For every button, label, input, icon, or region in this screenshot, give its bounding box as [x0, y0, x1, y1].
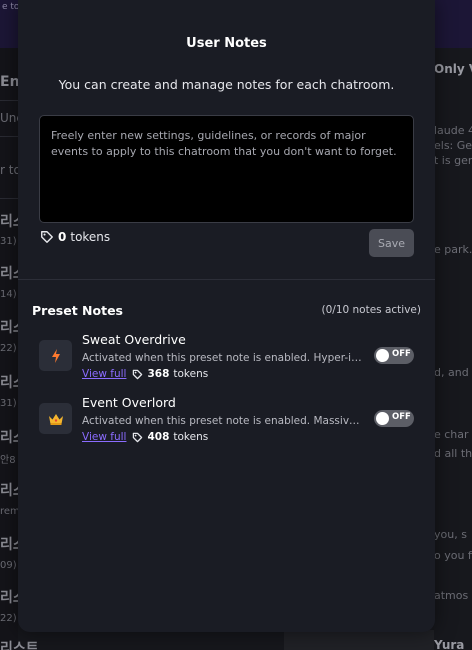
background-text: 22)	[0, 343, 17, 354]
divider	[0, 100, 18, 101]
tokens-count: 0	[58, 230, 67, 244]
background-bottom-card	[284, 630, 434, 650]
note-meta: View full 368 tokens	[82, 368, 208, 380]
note-name: Event Overlord	[82, 395, 176, 410]
background-text: 31)	[0, 236, 17, 247]
section-divider	[18, 279, 435, 280]
preset-note-item: Event Overlord Activated when this prese…	[39, 395, 419, 445]
toggle-label: OFF	[392, 349, 411, 359]
toggle-label: OFF	[392, 412, 411, 422]
background-text: laude 4	[434, 124, 472, 137]
preset-notes-count: (0/10 notes active)	[321, 304, 422, 316]
background-text: 09)	[0, 560, 17, 571]
tokens-label: tokens	[70, 230, 111, 244]
note-icon-box	[39, 340, 72, 371]
divider	[0, 198, 18, 199]
lightning-icon	[51, 348, 60, 363]
note-name: Sweat Overdrive	[82, 332, 186, 347]
background-text: 31)	[0, 398, 17, 409]
background-text: e park.	[434, 243, 472, 256]
preset-notes-title: Preset Notes	[32, 303, 123, 318]
notes-textarea[interactable]	[39, 115, 414, 223]
note-tokens-label: tokens	[173, 431, 209, 443]
background-text: 안8	[0, 455, 16, 466]
modal-title: User Notes	[186, 36, 267, 51]
modal-subtitle: You can create and manage notes for each…	[58, 77, 395, 92]
tokens-counter: 0 tokens	[40, 230, 110, 244]
background-text: 14)	[0, 289, 17, 300]
note-icon-box	[39, 403, 72, 434]
background-text: 22)	[0, 613, 17, 624]
note-tokens-count: 368	[147, 368, 170, 380]
crown-icon	[48, 413, 63, 425]
background-text: els: Gem	[434, 139, 472, 152]
tag-icon	[41, 231, 53, 243]
background-text: o you fi	[434, 549, 472, 562]
background-text: 리스트	[0, 641, 39, 650]
view-full-link[interactable]: View full	[82, 431, 126, 443]
user-notes-modal: User Notes You can create and manage not…	[18, 0, 435, 632]
background-text: Yura	[434, 638, 465, 650]
background-text: rem	[0, 506, 20, 517]
note-tokens-count: 408	[147, 431, 170, 443]
note-description: Activated when this preset note is enabl…	[82, 415, 362, 427]
preset-note-item: Sweat Overdrive Activated when this pres…	[39, 332, 419, 382]
view-full-link[interactable]: View full	[82, 368, 126, 380]
background-text: d, and	[434, 366, 469, 379]
divider	[0, 136, 18, 137]
background-text: d all th	[434, 447, 472, 460]
background-text: Only V	[434, 62, 472, 76]
note-toggle[interactable]: OFF	[374, 410, 414, 427]
note-meta: View full 408 tokens	[82, 431, 208, 443]
background-text: atmos	[434, 589, 469, 602]
background-text: you, s	[434, 528, 467, 541]
note-toggle[interactable]: OFF	[374, 347, 414, 364]
note-tokens-label: tokens	[173, 368, 209, 380]
note-description: Activated when this preset note is enabl…	[82, 352, 362, 364]
tag-icon	[133, 369, 143, 379]
save-button[interactable]: Save	[369, 229, 414, 257]
tag-icon	[133, 432, 143, 442]
background-text: t is gene	[434, 154, 472, 167]
toggle-knob	[376, 349, 389, 362]
background-topbar-text: e to	[2, 2, 20, 12]
background-text: e char	[434, 428, 469, 441]
toggle-knob	[376, 412, 389, 425]
